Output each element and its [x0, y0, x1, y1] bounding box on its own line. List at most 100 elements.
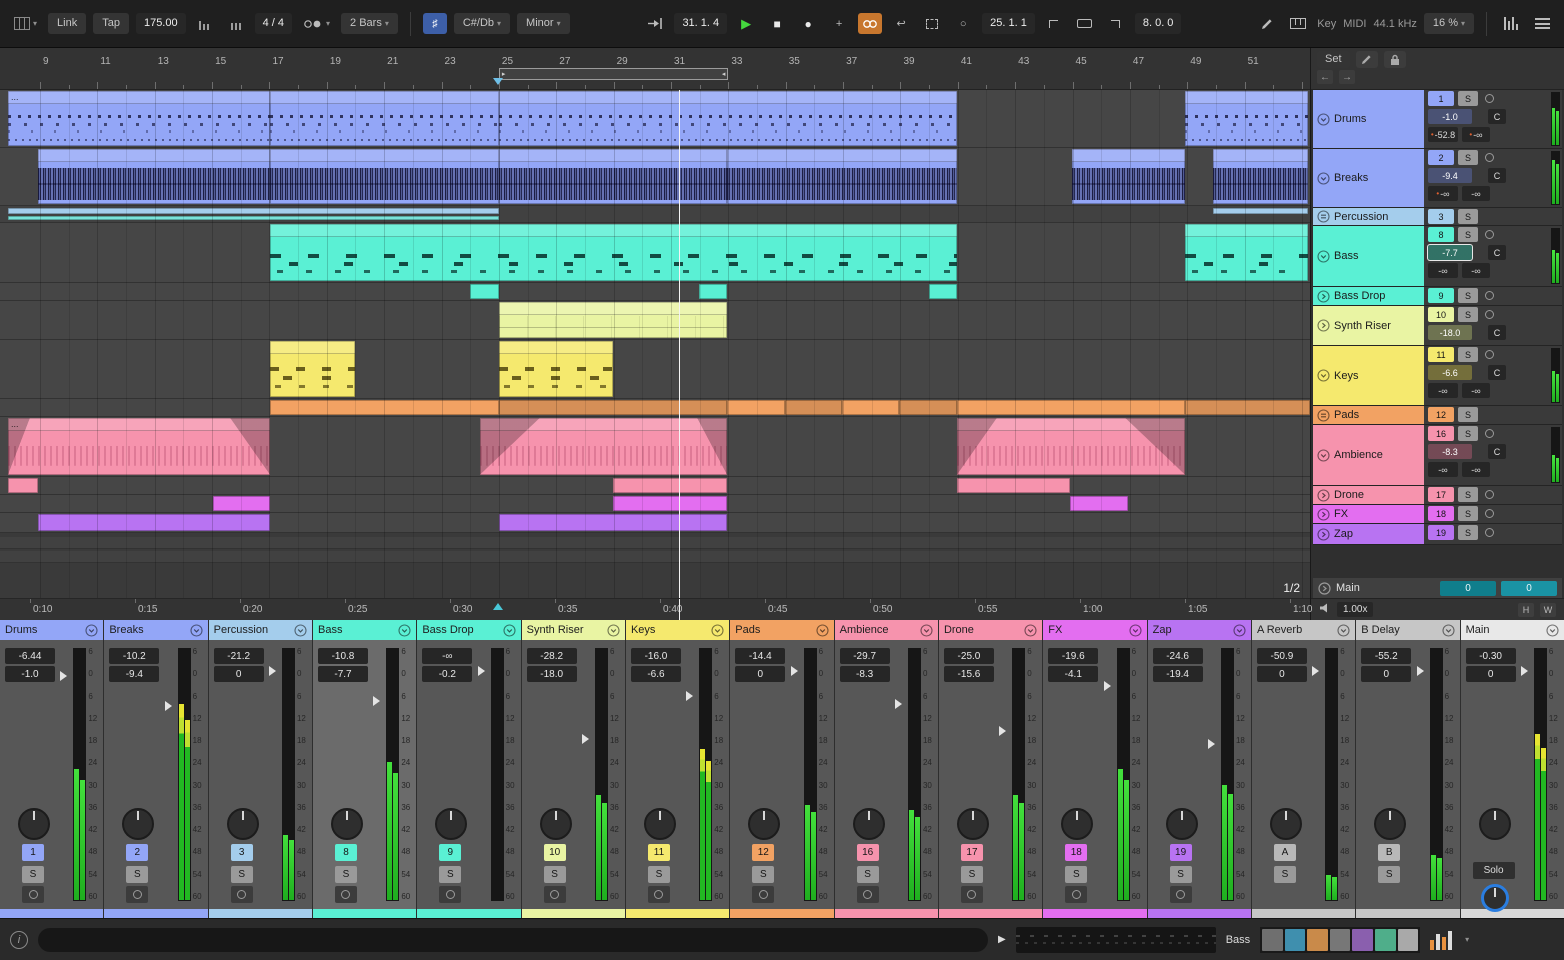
link-button[interactable]: Link [48, 13, 87, 34]
view-options-icon[interactable]: ▾ [10, 13, 41, 34]
unfold-icon[interactable] [1317, 488, 1330, 502]
loop-start-display[interactable]: 25. 1. 1 [982, 13, 1035, 34]
peak-level-value[interactable]: -10.2 [109, 648, 160, 664]
volume-value-box[interactable]: -9.4 [1428, 168, 1472, 183]
pan-knob[interactable] [539, 808, 572, 840]
solo-button[interactable]: S [543, 866, 566, 883]
scale-mode-icon[interactable]: ♯ [422, 13, 447, 34]
track-header-drums[interactable]: Drums 1 S -1.0 C • -52.8 • -∞ [1313, 90, 1562, 149]
solo-button[interactable]: S [334, 866, 357, 883]
mixer-strip-header[interactable]: Keys [625, 620, 730, 640]
peak-level-value[interactable]: -14.4 [735, 648, 786, 664]
chevron-circle-icon[interactable] [190, 623, 203, 637]
automation-arm-button[interactable] [858, 13, 883, 34]
volume-value[interactable]: -9.4 [109, 666, 160, 682]
device-chain-overview[interactable] [1260, 926, 1421, 953]
track-number-button[interactable]: 3 [1428, 209, 1454, 224]
track-number-button[interactable]: 2 [1428, 150, 1454, 165]
solo-button[interactable]: S [1458, 426, 1478, 441]
unfold-icon[interactable] [1317, 289, 1330, 303]
clip-pads[interactable] [727, 400, 785, 415]
fade-in-triangle[interactable] [480, 418, 540, 475]
track-number-button[interactable]: B [1378, 844, 1401, 861]
volume-fader-handle[interactable] [164, 701, 177, 712]
lane-percussion[interactable] [0, 206, 1310, 223]
send-b-value-box[interactable]: -∞ [1462, 462, 1490, 477]
peak-level-value[interactable]: -55.2 [1361, 648, 1412, 664]
mixer-strip-header[interactable]: Main [1460, 620, 1564, 640]
loop-start-handle[interactable]: ▸ [502, 71, 506, 78]
pan-knob[interactable] [1478, 808, 1511, 840]
track-number-button[interactable]: 9 [1428, 288, 1454, 303]
mixer-strip-pads[interactable]: Pads -14.4 0 12 S 6 0 6 12 18 24 30 36 42 48 54 60 [730, 620, 834, 918]
mixer-strip-header[interactable]: Zap [1147, 620, 1251, 640]
solo-button[interactable]: S [1458, 347, 1478, 362]
fade-out-triangle[interactable] [697, 418, 727, 475]
mixer-sections-icon[interactable] [1499, 13, 1523, 34]
pan-knob[interactable] [435, 808, 468, 840]
quantize-menu-button[interactable]: 2 Bars ▾ [341, 13, 398, 34]
volume-fader-handle[interactable] [1207, 739, 1220, 750]
pan-knob[interactable] [852, 808, 885, 840]
solo-button[interactable]: S [1458, 407, 1478, 422]
chevron-circle-icon[interactable] [607, 623, 620, 637]
groove-amount-icon[interactable]: ▾ [299, 13, 334, 34]
solo-button[interactable]: S [1458, 150, 1478, 165]
volume-fader-handle[interactable] [477, 665, 490, 676]
solo-button[interactable]: S [439, 866, 462, 883]
clip-drone[interactable] [957, 478, 1070, 493]
device-thumbnail[interactable] [1375, 928, 1396, 951]
device-thumbnail[interactable] [1329, 928, 1351, 951]
punch-in-button[interactable] [1042, 13, 1066, 34]
main-volume-box[interactable]: 0 [1440, 580, 1496, 596]
unfold-icon[interactable] [1317, 112, 1330, 126]
solo-button[interactable]: S [1458, 227, 1478, 242]
track-name-cell[interactable]: Synth Riser [1313, 306, 1424, 345]
volume-value-box[interactable]: -8.3 [1428, 444, 1472, 459]
pan-knob[interactable] [330, 808, 363, 840]
device-thumbnail[interactable] [1262, 928, 1283, 951]
play-button[interactable]: ▶ [734, 13, 758, 34]
pan-knob[interactable] [1165, 808, 1198, 840]
unfold-icon[interactable] [1317, 507, 1330, 521]
arm-button[interactable] [752, 886, 775, 903]
send-a-value-box[interactable]: -∞ [1428, 383, 1458, 398]
volume-fader-handle[interactable] [999, 726, 1011, 737]
track-number-button[interactable]: 18 [1065, 844, 1088, 861]
fade-out-triangle[interactable] [1125, 418, 1185, 475]
cue-volume-knob[interactable] [1480, 884, 1509, 912]
track-number-button[interactable]: 9 [439, 844, 462, 861]
send-a-value-box[interactable]: -∞ [1428, 263, 1458, 278]
track-name-cell[interactable]: Breaks [1313, 149, 1424, 207]
insert-marker[interactable] [493, 78, 503, 90]
clip-percussion[interactable] [8, 216, 499, 220]
set-button[interactable]: Set [1317, 51, 1350, 68]
lane-drums[interactable]: ... [0, 90, 1310, 148]
solo-button[interactable]: S [1458, 525, 1478, 540]
peak-level-value[interactable]: -6.44 [5, 648, 55, 664]
pan-knob[interactable] [226, 808, 259, 840]
cpu-meter[interactable]: 16 % ▾ [1423, 13, 1474, 34]
mixer-strip-bass-drop[interactable]: Bass Drop -∞ -0.2 9 S 6 0 6 12 18 24 30 36 42 48 54 60 [417, 620, 521, 918]
pan-knob[interactable] [956, 808, 989, 840]
clip-ambience[interactable] [957, 418, 1185, 475]
arm-button[interactable] [1482, 347, 1497, 362]
pan-knob[interactable] [1374, 808, 1407, 840]
solo-button[interactable]: S [1458, 91, 1478, 106]
pan-knob[interactable] [1061, 808, 1094, 840]
send-b-value-box[interactable]: • -∞ [1462, 127, 1490, 142]
lane-fx[interactable] [0, 495, 1310, 513]
track-name-cell[interactable]: Percussion [1313, 208, 1424, 225]
volume-value[interactable]: -4.1 [1048, 666, 1099, 682]
send-b-value-box[interactable]: -∞ [1462, 186, 1490, 201]
solo-button[interactable]: S [1458, 209, 1478, 224]
mixer-strip-keys[interactable]: Keys -16.0 -6.6 11 S 6 0 6 12 18 24 30 36 42 48 54 60 [625, 620, 730, 918]
chevron-circle-icon[interactable] [1442, 623, 1455, 637]
chevron-down-icon[interactable]: ▾ [1465, 935, 1469, 944]
peak-level-value[interactable]: -21.2 [213, 648, 264, 664]
edit-pencil-icon[interactable] [1355, 51, 1378, 68]
track-number-button[interactable]: 2 [126, 844, 149, 861]
clip-ambience[interactable] [480, 418, 727, 475]
pan-knob[interactable] [643, 808, 676, 840]
solo-button[interactable]: S [1458, 288, 1478, 303]
